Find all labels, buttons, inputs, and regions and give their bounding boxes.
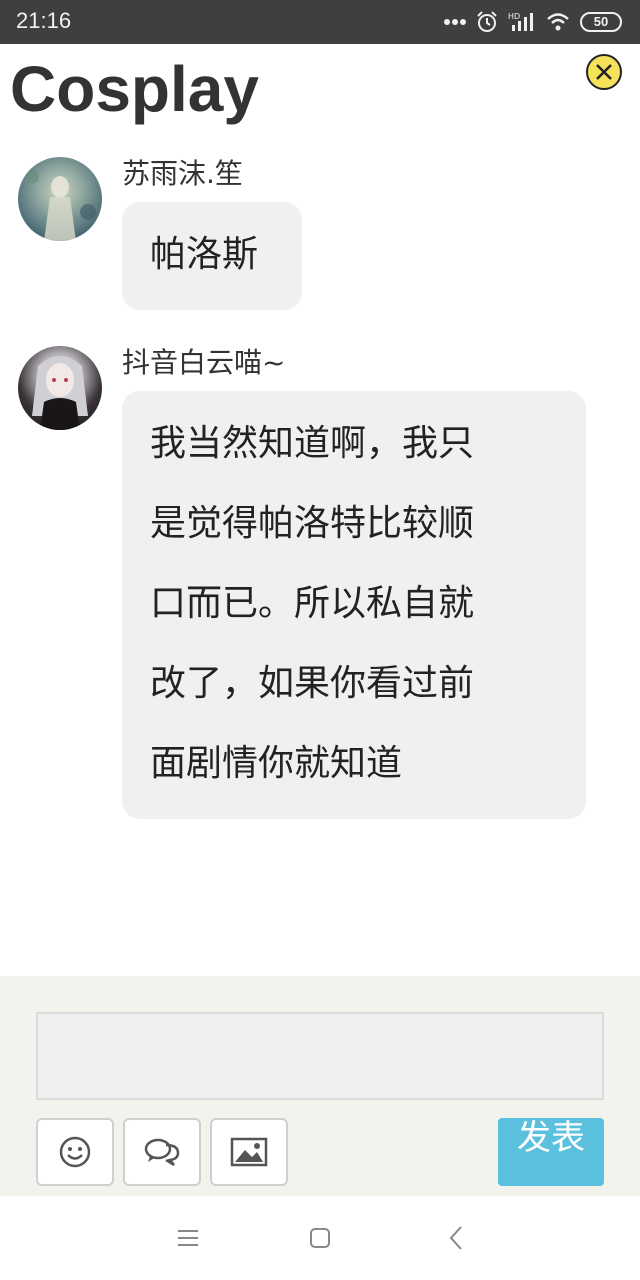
- composer: 发表: [0, 976, 640, 1196]
- hd-signal-icon: HD: [508, 12, 533, 31]
- sender-name: 抖音白云喵~: [122, 346, 286, 379]
- send-button[interactable]: 发表: [498, 1118, 604, 1186]
- sender-name: 苏雨沫.笙: [122, 157, 243, 190]
- avatar[interactable]: [18, 346, 102, 430]
- menu-icon: [178, 1230, 198, 1246]
- back-button[interactable]: [440, 1222, 472, 1254]
- nav-bar: [0, 1196, 640, 1280]
- close-button[interactable]: [586, 54, 622, 90]
- avatar-image: [32, 356, 88, 430]
- chat-button[interactable]: [123, 1118, 201, 1186]
- message-line: 改了，如果你看过前: [150, 663, 475, 704]
- home-button[interactable]: [304, 1222, 336, 1254]
- avatar-image: [27, 171, 96, 241]
- svg-text:HD: HD: [508, 12, 520, 21]
- emoji-button[interactable]: [36, 1118, 114, 1186]
- chat-bubbles-icon: [144, 1138, 180, 1167]
- avatar[interactable]: [18, 157, 102, 241]
- message-line: 帕洛斯: [150, 234, 259, 275]
- message-input[interactable]: [36, 1012, 604, 1100]
- battery-icon: 50: [580, 12, 622, 32]
- message-line: 口而已。所以私自就: [150, 583, 475, 624]
- message-line: 我当然知道啊，我只: [150, 423, 475, 464]
- page-title: Cosplay: [10, 53, 259, 125]
- wifi-icon: [547, 13, 569, 31]
- more-dots-icon: [444, 19, 466, 25]
- alarm-icon: [477, 11, 497, 32]
- status-bar: 21:16 HD 50: [0, 0, 640, 44]
- status-time: 21:16: [16, 8, 72, 33]
- message-bubble: 我当然知道啊，我只 是觉得帕洛特比较顺 口而已。所以私自就 改了，如果你看过前 …: [122, 391, 586, 819]
- status-icons: HD 50: [444, 10, 622, 34]
- menu-button[interactable]: [172, 1222, 204, 1254]
- message-line: 面剧情你就知道: [150, 743, 403, 784]
- close-icon: [596, 64, 612, 80]
- back-icon: [449, 1226, 462, 1250]
- image-button[interactable]: [210, 1118, 288, 1186]
- emoji-icon: [59, 1136, 91, 1168]
- image-icon: [230, 1137, 268, 1167]
- message-line: 是觉得帕洛特比较顺: [150, 503, 475, 544]
- message-bubble: 帕洛斯: [122, 202, 302, 310]
- home-icon: [310, 1228, 330, 1248]
